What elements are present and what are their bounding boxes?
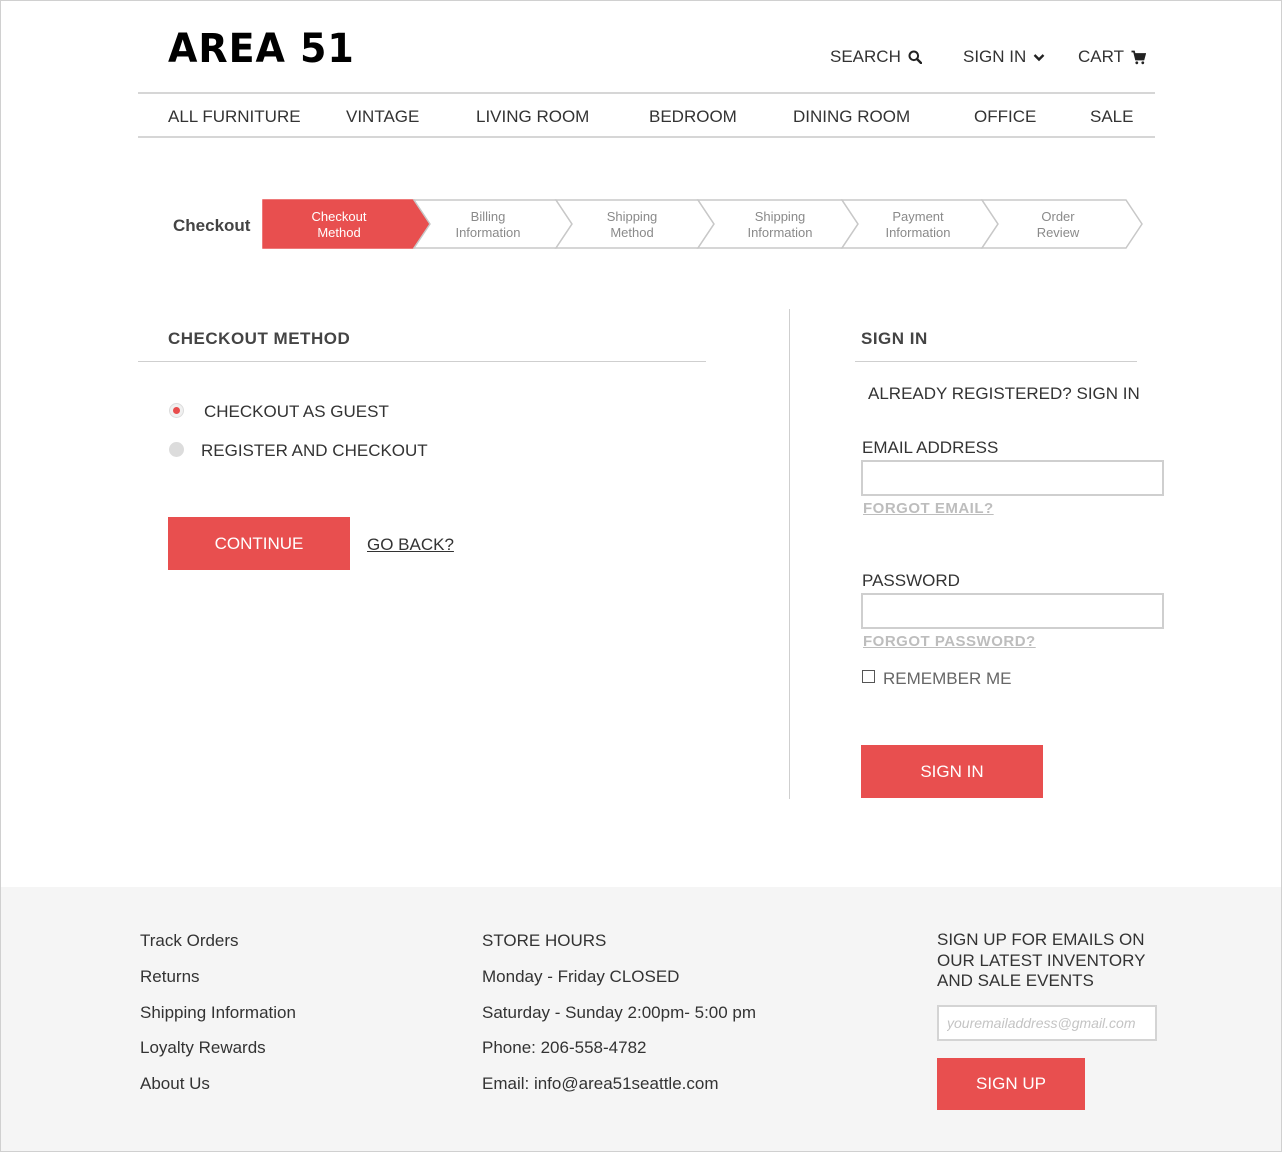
search-label: SEARCH (830, 47, 901, 66)
step-order-review[interactable]: Order Review (998, 209, 1118, 241)
nav-item-office[interactable]: OFFICE (974, 107, 1036, 127)
store-hours-title: STORE HOURS (482, 931, 607, 950)
nav-item-sale[interactable]: SALE (1090, 107, 1133, 127)
email-label: EMAIL ADDRESS (862, 438, 999, 457)
step-line: Checkout (311, 209, 367, 224)
step-line: Information (455, 225, 521, 240)
footer-link-track-orders[interactable]: Track Orders (140, 931, 239, 951)
step-line: Information (747, 225, 813, 240)
password-label: PASSWORD (862, 571, 960, 590)
step-shipping-information[interactable]: Shipping Information (720, 209, 840, 241)
step-payment-information[interactable]: Payment Information (858, 209, 978, 241)
checkout-progress-label: Checkout (173, 216, 251, 235)
column-divider (789, 309, 790, 799)
chevron-down-icon (1033, 53, 1045, 61)
nav-item-vintage[interactable]: VINTAGE (346, 107, 419, 127)
remember-me-checkbox[interactable] (862, 670, 875, 683)
store-hours-weekday: Monday - Friday CLOSED (482, 967, 680, 986)
nav-item-all-furniture[interactable]: ALL FURNITURE (168, 107, 301, 127)
radio-register-and-checkout[interactable] (169, 442, 184, 457)
store-hours-weekend: Saturday - Sunday 2:00pm- 5:00 pm (482, 1003, 757, 1022)
divider (138, 361, 706, 362)
step-billing-information[interactable]: Billing Information (428, 209, 548, 241)
main-nav: ALL FURNITURE VINTAGE LIVING ROOM BEDROO… (138, 92, 1155, 138)
email-signup-text: SIGN UP FOR EMAILS ON OUR LATEST INVENTO… (937, 930, 1146, 990)
already-registered-text: ALREADY REGISTERED? SIGN IN (868, 384, 1140, 403)
step-line: Review (1036, 225, 1080, 240)
option-label-register[interactable]: REGISTER AND CHECKOUT (201, 441, 428, 461)
step-line: Payment (892, 209, 944, 224)
newsletter-email-input[interactable] (937, 1005, 1157, 1041)
step-line: Shipping (754, 209, 806, 224)
step-line: Method (317, 225, 361, 240)
password-field[interactable] (861, 593, 1164, 629)
step-shipping-method[interactable]: Shipping Method (572, 209, 692, 241)
continue-button[interactable]: CONTINUE (168, 517, 350, 570)
search-link[interactable]: SEARCH (830, 47, 922, 67)
remember-me-label[interactable]: REMEMBER ME (883, 669, 1011, 689)
divider (855, 361, 1137, 362)
store-email: Email: info@area51seattle.com (482, 1074, 719, 1093)
cart-link[interactable]: CART (1078, 47, 1146, 67)
option-label-guest[interactable]: CHECKOUT AS GUEST (204, 402, 389, 422)
cart-label: CART (1078, 47, 1124, 66)
logo[interactable]: AREA 51 (168, 26, 355, 72)
step-line: Order (1041, 209, 1075, 224)
signin-button[interactable]: SIGN IN (861, 745, 1043, 798)
footer-link-shipping-information[interactable]: Shipping Information (140, 1003, 296, 1023)
store-phone: Phone: 206-558-4782 (482, 1038, 647, 1057)
cart-icon (1131, 50, 1146, 64)
forgot-email-link[interactable]: FORGOT EMAIL? (863, 500, 994, 517)
nav-item-bedroom[interactable]: BEDROOM (649, 107, 737, 127)
step-line: Billing (470, 209, 506, 224)
forgot-password-link[interactable]: FORGOT PASSWORD? (863, 633, 1036, 650)
nav-item-living-room[interactable]: LIVING ROOM (476, 107, 589, 127)
signin-title: SIGN IN (861, 329, 928, 348)
step-line: Shipping (606, 209, 658, 224)
footer-link-loyalty-rewards[interactable]: Loyalty Rewards (140, 1038, 266, 1058)
search-icon (908, 50, 922, 64)
signin-dropdown[interactable]: SIGN IN (963, 47, 1045, 67)
email-field[interactable] (861, 460, 1164, 496)
step-line: Method (610, 225, 654, 240)
nav-item-dining-room[interactable]: DINING ROOM (793, 107, 910, 127)
footer-link-about-us[interactable]: About Us (140, 1074, 210, 1094)
radio-checkout-as-guest[interactable] (169, 403, 184, 418)
step-checkout-method[interactable]: Checkout Method (279, 209, 399, 241)
checkout-method-title: CHECKOUT METHOD (168, 329, 351, 348)
signup-button[interactable]: SIGN UP (937, 1058, 1085, 1110)
go-back-link[interactable]: GO BACK? (367, 535, 454, 555)
signin-label: SIGN IN (963, 47, 1027, 66)
footer-link-returns[interactable]: Returns (140, 967, 200, 987)
step-line: Information (885, 225, 951, 240)
